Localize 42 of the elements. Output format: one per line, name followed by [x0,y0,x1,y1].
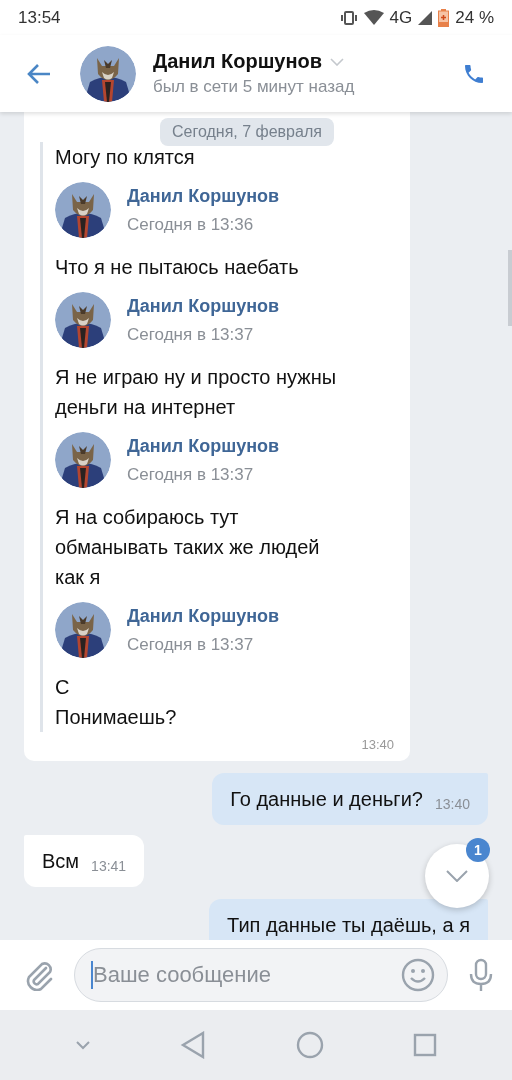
message-time: 13:40 [361,737,394,752]
message-time: Сегодня в 13:37 [127,324,255,345]
chevron-down-icon[interactable] [330,57,345,66]
home-icon[interactable] [295,1031,324,1059]
signal-icon [418,10,433,25]
scrollbar[interactable] [508,250,512,326]
message-text: Я на собираюсь тут обманывать таких же людей как я [55,505,321,590]
message-text: Я не играю ну и просто нужны деньги на интернет [55,365,338,420]
back-arrow-icon[interactable] [26,62,52,85]
message-time: 13:41 [91,857,127,875]
date-label: Сегодня, 7 февраля [160,118,334,146]
unread-badge: 1 [466,838,490,862]
smiley-icon[interactable] [401,958,435,992]
message-time: Сегодня в 13:37 [127,464,255,485]
contact-name[interactable]: Данил Коршунов [153,50,323,73]
network-type: 4G [389,7,413,28]
message-time: 13:40 [434,795,470,813]
chevron-down-icon[interactable] [74,1040,91,1050]
message-field[interactable]: Ваше сообщение [74,948,448,1002]
battery-level: 24 % [455,7,494,28]
last-seen-status: был в сети 5 минут назад [153,77,356,97]
message-time: Сегодня в 13:36 [127,214,255,235]
microphone-icon[interactable] [468,958,494,992]
author-name[interactable]: Данил Коршунов [127,605,280,627]
back-icon[interactable] [180,1031,207,1059]
chevron-down-icon [446,870,468,882]
message-text: Всм [42,849,80,874]
message-time: Сегодня в 13:37 [127,634,255,655]
author-name[interactable]: Данил Коршунов [127,435,280,457]
vibrate-icon [339,10,358,25]
message-text: Го данные и деньги? [230,787,423,812]
paperclip-icon[interactable] [24,959,54,991]
message-text: Могу по клятся [55,145,196,170]
author-name[interactable]: Данил Коршунов [127,185,280,207]
recent-apps-icon[interactable] [413,1033,438,1057]
wifi-icon [363,10,384,25]
clock: 13:54 [18,7,61,28]
message-text: Что я не пытаюсь наебать [55,255,300,280]
message-text: С Понимаешь? [55,675,178,730]
author-name[interactable]: Данил Коршунов [127,295,280,317]
battery-icon [438,8,450,27]
message-text: Тип данные ты даёшь, а я [227,913,470,938]
